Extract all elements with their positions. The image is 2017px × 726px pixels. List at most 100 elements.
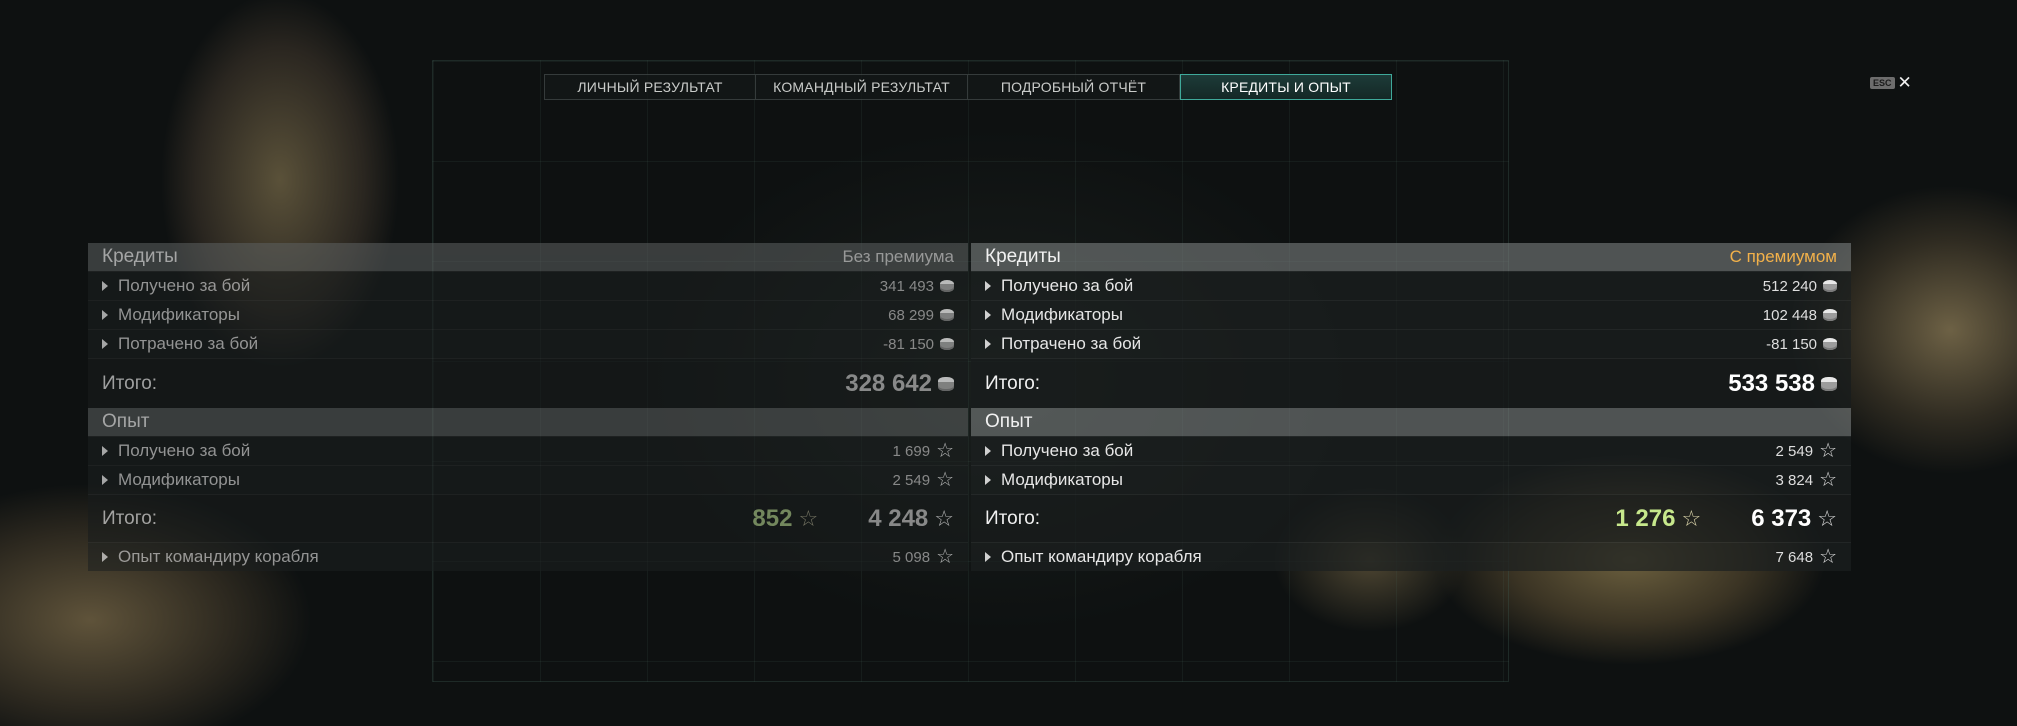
credits-icon: [1821, 376, 1837, 391]
xp-row-earned[interactable]: Получено за бой 1 699 ☆: [88, 436, 968, 465]
tab-team-result[interactable]: КОМАНДНЫЙ РЕЗУЛЬТАТ: [756, 74, 968, 100]
row-label: Получено за бой: [118, 276, 251, 295]
xp-star-icon: ☆: [1819, 440, 1837, 462]
credits-header: Кредиты Без премиума: [88, 243, 968, 271]
xp-star-icon: ☆: [1819, 469, 1837, 491]
credits-icon: [940, 309, 954, 321]
premium-status-label: Без премиума: [842, 247, 954, 266]
row-value: 102 448: [1762, 306, 1817, 324]
credits-title: Кредиты: [985, 246, 1061, 267]
credits-icon: [1823, 280, 1837, 292]
expand-arrow-icon: [102, 281, 108, 291]
credits-total: Итого: 328 642: [88, 358, 968, 408]
total-label: Итого:: [985, 372, 1041, 394]
row-label: Модификаторы: [1001, 305, 1123, 324]
row-value: 1 699: [892, 442, 931, 460]
panel-with-premium: Кредиты С премиумом Получено за бой 512 …: [971, 243, 1851, 571]
close-icon: ✕: [1897, 73, 1912, 92]
row-value: -81 150: [1766, 335, 1817, 353]
xp-total-value: 4 248: [868, 504, 929, 532]
total-label: Итого:: [985, 507, 1041, 529]
tab-credits-and-xp[interactable]: КРЕДИТЫ И ОПЫТ: [1180, 74, 1392, 100]
row-label: Получено за бой: [1001, 441, 1134, 460]
premium-status-label: С премиумом: [1729, 247, 1837, 266]
total-label: Итого:: [102, 372, 158, 394]
xp-row-modifiers[interactable]: Модификаторы 2 549 ☆: [88, 465, 968, 494]
credits-icon: [940, 338, 954, 350]
row-value: 5 098: [892, 548, 931, 566]
row-label: Получено за бой: [1001, 276, 1134, 295]
row-value: 341 493: [879, 277, 934, 295]
credits-row-modifiers[interactable]: Модификаторы 102 448: [971, 300, 1851, 329]
tab-detailed-report[interactable]: ПОДРОБНЫЙ ОТЧЁТ: [968, 74, 1180, 100]
credits-icon: [938, 376, 954, 391]
row-label: Модификаторы: [118, 305, 240, 324]
expand-arrow-icon: [985, 552, 991, 562]
tab-personal-result[interactable]: ЛИЧНЫЙ РЕЗУЛЬТАТ: [544, 74, 756, 100]
credits-total: Итого: 533 538: [971, 358, 1851, 408]
row-label: Опыт командиру корабля: [118, 547, 319, 566]
credits-row-earned[interactable]: Получено за бой 341 493: [88, 271, 968, 300]
credits-row-modifiers[interactable]: Модификаторы 68 299: [88, 300, 968, 329]
free-xp-star-icon: ☆: [1681, 505, 1702, 531]
xp-header: Опыт: [971, 408, 1851, 436]
xp-star-icon: ☆: [934, 505, 954, 531]
free-xp-value: 852: [752, 504, 793, 532]
total-label: Итого:: [102, 507, 158, 529]
credits-total-value: 328 642: [845, 369, 932, 397]
row-label: Потрачено за бой: [118, 334, 259, 353]
row-value: 7 648: [1775, 548, 1814, 566]
row-value: 512 240: [1762, 277, 1817, 295]
expand-arrow-icon: [102, 339, 108, 349]
xp-star-icon: ☆: [936, 546, 954, 568]
expand-arrow-icon: [985, 475, 991, 485]
xp-title: Опыт: [102, 411, 150, 432]
expand-arrow-icon: [102, 446, 108, 456]
expand-arrow-icon: [102, 310, 108, 320]
expand-arrow-icon: [102, 475, 108, 485]
row-label: Модификаторы: [118, 470, 240, 489]
free-xp-value: 1 276: [1615, 504, 1676, 532]
row-value: 3 824: [1775, 471, 1814, 489]
xp-star-icon: ☆: [936, 469, 954, 491]
row-label: Модификаторы: [1001, 470, 1123, 489]
free-xp-star-icon: ☆: [798, 505, 819, 531]
results-tabs: ЛИЧНЫЙ РЕЗУЛЬТАТ КОМАНДНЫЙ РЕЗУЛЬТАТ ПОД…: [544, 74, 1392, 100]
xp-star-icon: ☆: [1817, 505, 1837, 531]
credits-icon: [1823, 338, 1837, 350]
commander-xp-row[interactable]: Опыт командиру корабля 7 648 ☆: [971, 542, 1851, 571]
esc-key-hint: ESC: [1870, 77, 1895, 89]
expand-arrow-icon: [102, 552, 108, 562]
row-value: 68 299: [888, 306, 934, 324]
row-value: 2 549: [1775, 442, 1814, 460]
xp-total-value: 6 373: [1751, 504, 1812, 532]
xp-total: Итого: 852 ☆ 4 248 ☆: [88, 494, 968, 542]
xp-header: Опыт: [88, 408, 968, 436]
credits-icon: [940, 280, 954, 292]
expand-arrow-icon: [985, 310, 991, 320]
credits-row-spent[interactable]: Потрачено за бой -81 150: [971, 329, 1851, 358]
xp-total: Итого: 1 276 ☆ 6 373 ☆: [971, 494, 1851, 542]
xp-row-modifiers[interactable]: Модификаторы 3 824 ☆: [971, 465, 1851, 494]
xp-title: Опыт: [985, 411, 1033, 432]
xp-star-icon: ☆: [936, 440, 954, 462]
close-button[interactable]: ESC ✕: [1870, 73, 1912, 92]
xp-star-icon: ☆: [1819, 546, 1837, 568]
row-label: Получено за бой: [118, 441, 251, 460]
commander-xp-row[interactable]: Опыт командиру корабля 5 098 ☆: [88, 542, 968, 571]
credits-row-earned[interactable]: Получено за бой 512 240: [971, 271, 1851, 300]
row-label: Опыт командиру корабля: [1001, 547, 1202, 566]
expand-arrow-icon: [985, 339, 991, 349]
row-value: 2 549: [892, 471, 931, 489]
credits-icon: [1823, 309, 1837, 321]
panel-without-premium: Кредиты Без премиума Получено за бой 341…: [88, 243, 968, 571]
expand-arrow-icon: [985, 281, 991, 291]
credits-row-spent[interactable]: Потрачено за бой -81 150: [88, 329, 968, 358]
credits-header: Кредиты С премиумом: [971, 243, 1851, 271]
credits-total-value: 533 538: [1728, 369, 1815, 397]
xp-row-earned[interactable]: Получено за бой 2 549 ☆: [971, 436, 1851, 465]
row-label: Потрачено за бой: [1001, 334, 1142, 353]
expand-arrow-icon: [985, 446, 991, 456]
credits-title: Кредиты: [102, 246, 178, 267]
row-value: -81 150: [883, 335, 934, 353]
